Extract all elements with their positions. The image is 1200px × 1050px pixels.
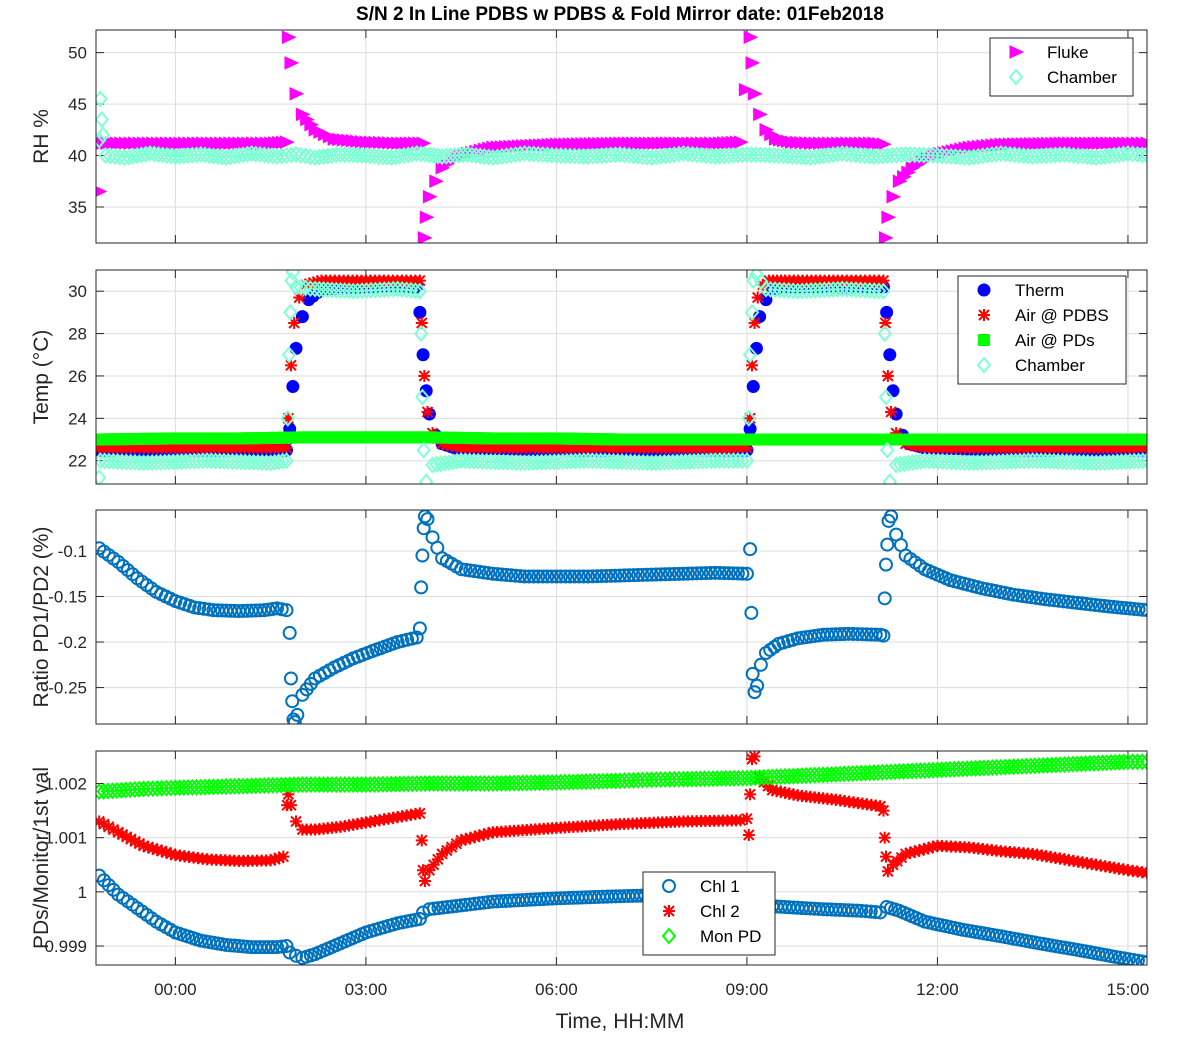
y-axis-label: RH %: [30, 109, 53, 164]
data-point: [885, 405, 898, 418]
data-point: [877, 804, 890, 817]
y-tick-label: -0.15: [48, 588, 87, 607]
figure: S/N 2 In Line PDBS w PDBS & Fold Mirror …: [30, 4, 1150, 1033]
data-point: [883, 348, 897, 362]
y-tick-label: 28: [68, 325, 87, 344]
data-point: [751, 291, 764, 304]
x-tick-label: 09:00: [726, 980, 769, 999]
legend-label: Chl 2: [700, 902, 740, 921]
legend-marker: [978, 309, 990, 321]
legend: Chl 1 Chl 2 Mon PD: [642, 871, 776, 956]
data-point: [746, 359, 759, 372]
legend: Fluke Chamber: [989, 37, 1134, 97]
data-point: [277, 850, 290, 863]
data-point: [880, 305, 894, 319]
y-tick-label: 26: [68, 367, 87, 386]
legend-marker: [977, 283, 991, 297]
data-point: [748, 751, 761, 763]
data-point: [418, 875, 431, 888]
legend-marker: [978, 334, 990, 346]
data-point: [740, 812, 753, 825]
data-point: [284, 359, 297, 372]
y-tick-label: -0.2: [58, 633, 87, 652]
data-point: [742, 828, 755, 841]
y-tick-label: 50: [68, 44, 87, 63]
legend-label: Chamber: [1015, 356, 1085, 375]
x-tick-label: 15:00: [1107, 980, 1150, 999]
plot-area: [96, 30, 1147, 243]
data-point: [284, 799, 297, 812]
y-axis-label: PDs/Monitor/1st val: [30, 767, 53, 949]
chart-panel-temp: 22 24 26 28 30 Temp (°C) Therm Air @ PDBS Air @ …: [30, 269, 1148, 485]
y-tick-label: 35: [68, 198, 87, 217]
data-point: [878, 831, 891, 844]
data-point: [286, 380, 300, 394]
data-point: [295, 310, 309, 324]
x-tick-label: 06:00: [535, 980, 578, 999]
x-tick-label: 03:00: [345, 980, 388, 999]
chart-panel-rh: 35 40 45 50 RH % Fluke Chamber: [30, 29, 1148, 244]
x-tick-label: 00:00: [154, 980, 197, 999]
chart-panel-ratio: -0.25 -0.2 -0.15 -0.1 Ratio PD1/PD2 (%): [30, 509, 1148, 725]
x-axis-label: Time, HH:MM: [556, 1010, 685, 1033]
data-point: [421, 405, 434, 418]
data-point: [886, 384, 900, 398]
data-point: [289, 341, 303, 355]
y-tick-label: 1: [78, 883, 87, 902]
data-point: [413, 305, 427, 319]
legend-label: Air @ PDBS: [1015, 306, 1109, 325]
data-point: [415, 834, 428, 847]
legend-label: Chamber: [1047, 68, 1117, 87]
legend-label: Fluke: [1047, 43, 1089, 62]
data-point: [744, 788, 757, 801]
legend-marker: [663, 905, 675, 917]
legend-label: Mon PD: [700, 927, 761, 946]
y-tick-label: -0.1: [58, 542, 87, 561]
y-tick-label: 40: [68, 147, 87, 166]
data-point: [881, 369, 894, 382]
data-point: [413, 807, 426, 820]
data-point: [418, 369, 431, 382]
legend-label: Therm: [1015, 281, 1064, 300]
legend: Therm Air @ PDBS Air @ PDs Chamber: [957, 275, 1127, 385]
data-point: [746, 380, 760, 394]
legend-label: Chl 1: [700, 877, 740, 896]
chart-title: S/N 2 In Line PDBS w PDBS & Fold Mirror …: [356, 4, 884, 25]
chart-panel-pds: 00:00 03:00 06:00 09:00 12:00 15:000.99911.00…: [30, 750, 1150, 999]
y-axis-label: Temp (°C): [30, 330, 53, 425]
data-point: [416, 348, 430, 362]
legend-label: Air @ PDs: [1015, 331, 1095, 350]
x-tick-label: 12:00: [916, 980, 959, 999]
y-tick-label: 45: [68, 95, 87, 114]
data-point: [290, 815, 303, 828]
y-tick-label: 24: [68, 409, 87, 428]
data-point: [749, 341, 763, 355]
y-tick-label: 22: [68, 452, 87, 471]
y-tick-label: -0.25: [48, 679, 87, 698]
y-tick-label: 30: [68, 282, 87, 301]
y-axis-label: Ratio PD1/PD2 (%): [30, 527, 53, 708]
